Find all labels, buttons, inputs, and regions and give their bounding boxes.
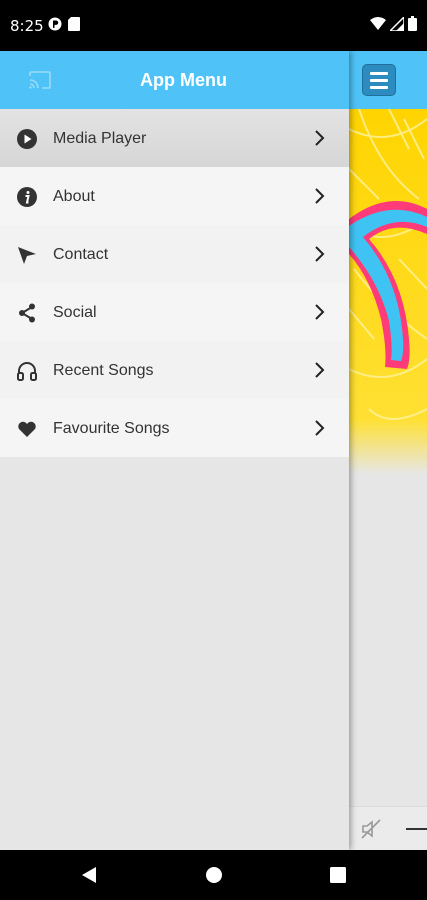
menu-item-label: Favourite Songs xyxy=(53,420,170,437)
status-system-icons xyxy=(370,16,417,31)
menu-item-label: About xyxy=(53,188,95,205)
navigation-drawer: App Menu Media Player About Contact Soci… xyxy=(0,51,349,850)
menu-item-label: Recent Songs xyxy=(53,362,154,379)
chevron-right-icon xyxy=(315,304,325,320)
drawer-header: App Menu xyxy=(0,51,349,109)
menu-item-favourite-songs[interactable]: Favourite Songs xyxy=(0,399,349,457)
menu-item-social[interactable]: Social xyxy=(0,283,349,341)
chevron-right-icon xyxy=(315,130,325,146)
player-controls-bar xyxy=(349,806,427,850)
station-artwork xyxy=(349,109,427,474)
back-icon[interactable] xyxy=(80,866,98,884)
chevron-right-icon xyxy=(315,420,325,436)
headphones-icon xyxy=(16,360,38,382)
battery-icon xyxy=(408,16,417,31)
menu-item-label: Contact xyxy=(53,246,109,263)
send-icon xyxy=(16,244,38,266)
signal-icon xyxy=(390,16,404,31)
status-time: 8:25 xyxy=(10,17,44,35)
share-icon xyxy=(16,302,38,324)
menu-item-label: Social xyxy=(53,304,97,321)
menu-toggle-button[interactable] xyxy=(362,64,396,96)
drawer-title: App Menu xyxy=(140,70,227,90)
menu-item-about[interactable]: About xyxy=(0,167,349,225)
menu-item-label: Media Player xyxy=(53,130,147,147)
wifi-icon xyxy=(370,16,386,30)
menu-list: Media Player About Contact Social Recent… xyxy=(0,109,349,457)
mute-icon[interactable] xyxy=(359,817,383,841)
info-icon xyxy=(16,186,38,208)
status-bar: 8:25 xyxy=(0,0,427,51)
main-app-header xyxy=(349,51,427,109)
chevron-right-icon xyxy=(315,188,325,204)
sd-card-icon xyxy=(68,17,80,31)
menu-item-contact[interactable]: Contact xyxy=(0,225,349,283)
app-notification-icon xyxy=(48,17,62,31)
menu-item-media-player[interactable]: Media Player xyxy=(0,109,349,167)
chevron-right-icon xyxy=(315,362,325,378)
volume-slider[interactable] xyxy=(406,828,427,830)
recents-icon[interactable] xyxy=(329,866,347,884)
chevron-right-icon xyxy=(315,246,325,262)
main-app-content xyxy=(349,51,427,850)
play-circle-icon xyxy=(16,128,38,150)
heart-icon xyxy=(16,418,38,440)
system-navigation-bar xyxy=(0,850,427,900)
status-notification-icons xyxy=(48,17,80,31)
home-icon[interactable] xyxy=(205,866,223,884)
menu-item-recent-songs[interactable]: Recent Songs xyxy=(0,341,349,399)
